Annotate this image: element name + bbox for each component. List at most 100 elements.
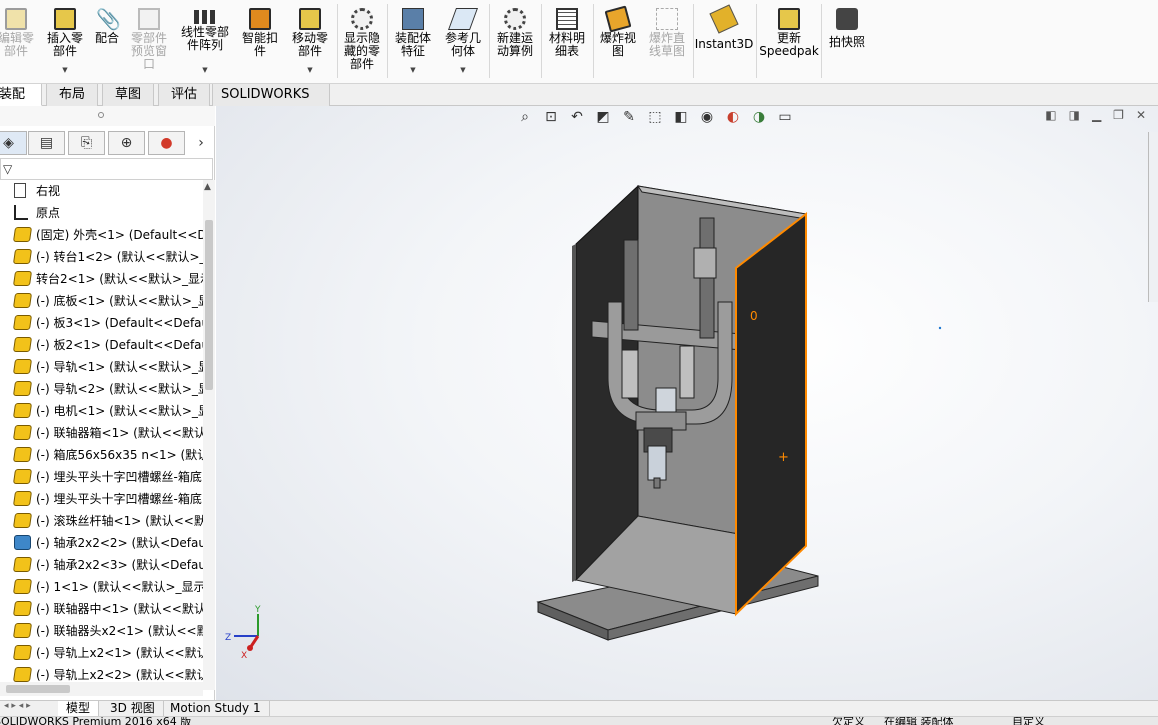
scroll-thumb[interactable] bbox=[205, 220, 213, 390]
chevron-down-icon[interactable]: ▼ bbox=[460, 66, 465, 74]
bill-of-materials-button[interactable]: 材料明 细表 bbox=[544, 2, 590, 80]
insert-component-button[interactable]: 插入零 部件 ▼ bbox=[42, 2, 88, 80]
tree-vertical-scrollbar[interactable]: ▲ bbox=[203, 180, 215, 690]
component-preview-button[interactable]: 零部件 预览窗 口 bbox=[126, 2, 172, 80]
explode-line-sketch-button[interactable]: 爆炸直 线草图 bbox=[644, 2, 690, 80]
instant3d-button[interactable]: Instant3D bbox=[695, 2, 753, 80]
tree-item-label: 右视 bbox=[36, 184, 61, 198]
mate-button[interactable]: 📎 配合 bbox=[90, 2, 124, 80]
tab-motion-study[interactable]: Motion Study 1 bbox=[162, 701, 270, 716]
configuration-manager-tab[interactable]: ⎘ bbox=[68, 131, 105, 155]
graphics-area[interactable]: ⌕ ⊡ ↶ ◩ ✎ ⬚ ◧ ◉ ◐ ◑ ▭ ◧ ◨ ▁ ❐ ✕ 0 + Y Z … bbox=[216, 106, 1158, 700]
dimxpert-manager-tab[interactable]: ⊕ bbox=[108, 131, 145, 155]
move-component-button[interactable]: 移动零 部件 ▼ bbox=[286, 2, 334, 80]
show-hidden-components-button[interactable]: 显示隐 藏的零 部件 bbox=[340, 2, 384, 80]
chevron-down-icon[interactable]: ▼ bbox=[62, 66, 67, 74]
tree-item[interactable]: (-) 导轨上x2<1> (默认<<默认 bbox=[0, 642, 203, 664]
tab-evaluate[interactable]: 评估 bbox=[158, 84, 210, 106]
tab-3d-view[interactable]: 3D 视图 bbox=[102, 701, 164, 716]
part-icon bbox=[12, 249, 33, 264]
scroll-thumb[interactable] bbox=[6, 685, 70, 693]
ribbon-separator bbox=[387, 4, 388, 78]
tab-sketch[interactable]: 草图 bbox=[102, 84, 154, 106]
tree-item[interactable]: (-) 电机<1> (默认<<默认>_显 bbox=[0, 400, 203, 422]
tree-item-label: (-) 埋头平头十字凹槽螺丝-箱底 bbox=[36, 492, 202, 506]
chevron-down-icon[interactable]: ▼ bbox=[307, 66, 312, 74]
assembly-feature-icon bbox=[402, 8, 424, 30]
tree-item[interactable]: (-) 箱底56x56x35 n<1> (默认 bbox=[0, 444, 203, 466]
preview-window-icon bbox=[138, 8, 160, 30]
tree-item[interactable]: (-) 轴承2x2<3> (默认<Defaul bbox=[0, 554, 203, 576]
scroll-up-icon[interactable]: ▲ bbox=[204, 182, 211, 192]
tab-assembly[interactable]: 装配体 bbox=[0, 84, 42, 123]
chevron-right-icon: › bbox=[198, 135, 204, 151]
feature-manager-tab[interactable]: ◈ bbox=[0, 131, 27, 155]
new-motion-study-button[interactable]: 新建运 动算例 bbox=[492, 2, 538, 80]
filter-icon: ▽ bbox=[3, 162, 13, 176]
tree-item[interactable]: (-) 导轨<1> (默认<<默认>_显 bbox=[0, 356, 203, 378]
smart-fastener-button[interactable]: 智能扣 件 bbox=[238, 2, 282, 80]
tree-item-label: (-) 导轨<2> (默认<<默认>_显 bbox=[36, 382, 203, 396]
tree-item[interactable]: (-) 联轴器中<1> (默认<<默认 bbox=[0, 598, 203, 620]
status-units[interactable]: 自定义 bbox=[1012, 717, 1045, 725]
tree-item[interactable]: (-) 滚珠丝杆轴<1> (默认<<默 bbox=[0, 510, 203, 532]
tree-item[interactable]: (-) 埋头平头十字凹槽螺丝-箱底 bbox=[0, 466, 203, 488]
tree-item[interactable]: (-) 联轴器箱<1> (默认<<默认 bbox=[0, 422, 203, 444]
tab-solidworks-addins[interactable]: SOLIDWORKS 插件 bbox=[212, 84, 330, 123]
tab-scroll-controls[interactable]: ◂ ▸ ◂ ▸ bbox=[4, 701, 31, 711]
edit-component-button[interactable]: 编辑零 部件 bbox=[0, 2, 38, 80]
exploded-view-button[interactable]: 爆炸视 图 bbox=[596, 2, 640, 80]
tree-item[interactable]: (-) 1<1> (默认<<默认>_显示状 bbox=[0, 576, 203, 598]
chevron-down-icon[interactable]: ▼ bbox=[202, 66, 207, 74]
assembly-features-button[interactable]: 装配体 特征 ▼ bbox=[390, 2, 436, 80]
part-icon bbox=[12, 645, 33, 660]
tree-item-label: (-) 箱底56x56x35 n<1> (默认 bbox=[36, 448, 203, 462]
panel-more-tab[interactable]: › bbox=[190, 131, 212, 155]
tree-filter[interactable]: ▽ bbox=[0, 158, 213, 180]
tree-item[interactable]: 转台2<1> (默认<<默认>_显示 bbox=[0, 268, 203, 290]
reference-geometry-button[interactable]: 参考几 何体 ▼ bbox=[440, 2, 486, 80]
tree-item[interactable]: (-) 轴承2x2<2> (默认<Defaul bbox=[0, 532, 203, 554]
chevron-down-icon[interactable]: ▼ bbox=[410, 66, 415, 74]
take-snapshot-button[interactable]: 拍快照 bbox=[824, 2, 870, 80]
tree-item[interactable]: (-) 转台1<2> (默认<<默认>_显 bbox=[0, 246, 203, 268]
status-editing: 在编辑 装配体 bbox=[884, 716, 954, 725]
linear-pattern-button[interactable]: 线性零部 件阵列 ▼ bbox=[176, 2, 234, 80]
tree-horizontal-scrollbar[interactable] bbox=[0, 682, 203, 696]
tree-item-label: (-) 导轨<1> (默认<<默认>_显 bbox=[36, 360, 203, 374]
tree-item[interactable]: (-) 板3<1> (Default<<Defaul bbox=[0, 312, 203, 334]
feature-manager-panel: ◈ ▤ ⎘ ⊕ ● › ▽ 右视原点 (固定) 外壳<1> (Default<<D… bbox=[0, 106, 215, 700]
update-speedpak-button[interactable]: 更新 Speedpak bbox=[759, 2, 819, 80]
tree-item[interactable]: (-) 导轨<2> (默认<<默认>_显 bbox=[0, 378, 203, 400]
part-icon bbox=[12, 491, 33, 506]
display-manager-tab[interactable]: ● bbox=[148, 131, 185, 155]
tree-item[interactable]: (-) 底板<1> (默认<<默认>_显 bbox=[0, 290, 203, 312]
status-definition: 欠定义 bbox=[832, 716, 865, 725]
tree-item-label: (-) 板3<1> (Default<<Defaul bbox=[36, 316, 203, 330]
assembly-model[interactable]: 0 + Y Z X bbox=[216, 106, 1158, 700]
plane-icon bbox=[14, 183, 26, 198]
feature-tree-icon: ◈ bbox=[3, 135, 14, 151]
panel-grip[interactable] bbox=[0, 106, 215, 126]
pattern-icon bbox=[194, 10, 216, 24]
tree-item-label: (-) 联轴器头x2<1> (默认<<默 bbox=[36, 624, 203, 638]
reference-plane-icon bbox=[447, 8, 479, 30]
tree-item-label: 转台2<1> (默认<<默认>_显示 bbox=[36, 272, 203, 286]
tab-model[interactable]: 模型 bbox=[58, 701, 100, 716]
tree-item[interactable]: (-) 板2<1> (Default<<Defaul bbox=[0, 334, 203, 356]
camera-icon bbox=[836, 8, 858, 30]
tree-item[interactable]: 原点 bbox=[0, 202, 203, 224]
tree-item-label: (-) 导轨上x2<1> (默认<<默认 bbox=[36, 646, 203, 660]
property-manager-tab[interactable]: ▤ bbox=[28, 131, 65, 155]
tree-item[interactable]: (固定) 外壳<1> (Default<<De bbox=[0, 224, 203, 246]
tree-item-label: (-) 板2<1> (Default<<Defaul bbox=[36, 338, 203, 352]
tab-layout[interactable]: 布局 bbox=[46, 84, 98, 106]
tree-item[interactable]: 右视 bbox=[0, 180, 203, 202]
wall-annotation: 0 bbox=[750, 309, 758, 323]
tree-item-label: (-) 转台1<2> (默认<<默认>_显 bbox=[36, 250, 203, 264]
part-icon bbox=[12, 293, 33, 308]
assembly-icon bbox=[14, 535, 31, 550]
tree-item[interactable]: (-) 联轴器头x2<1> (默认<<默 bbox=[0, 620, 203, 642]
tree-item[interactable]: (-) 埋头平头十字凹槽螺丝-箱底 bbox=[0, 488, 203, 510]
motor bbox=[647, 445, 667, 481]
